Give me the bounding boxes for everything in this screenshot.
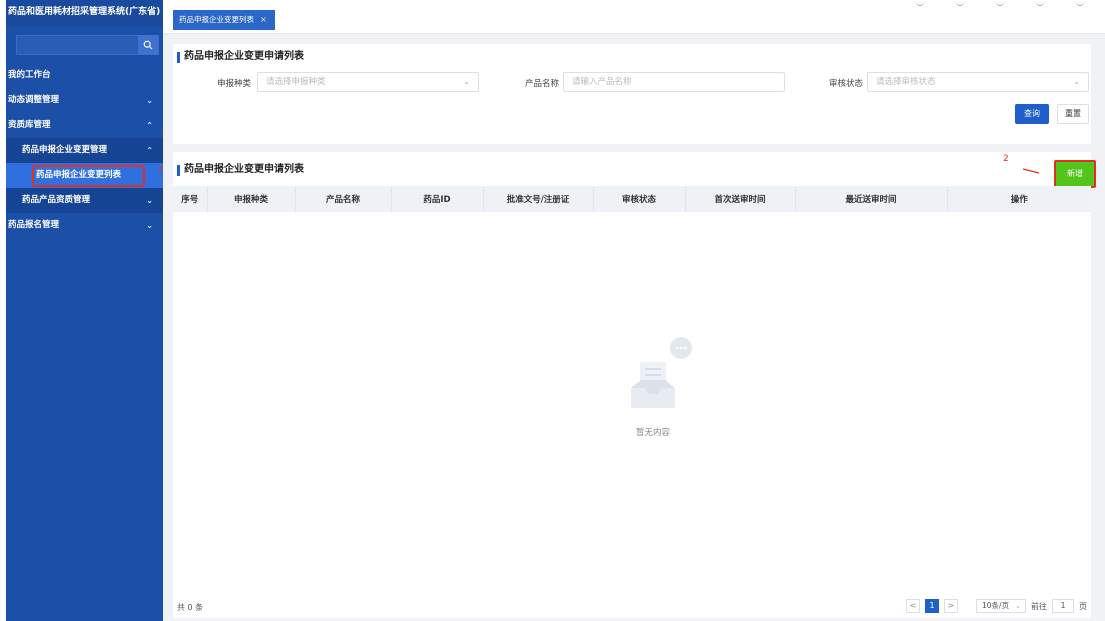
toolbar-icon[interactable] bbox=[915, 0, 925, 6]
sidebar-item-label: 我的工作台 bbox=[8, 70, 51, 80]
name-placeholder: 请输入产品名称 bbox=[572, 77, 632, 87]
data-table: 序号 申报种类 产品名称 药品ID 批准文号/注册证 审核状态 首次送审时间 最… bbox=[173, 186, 1091, 212]
column-header[interactable]: 审核状态 bbox=[593, 186, 686, 212]
sidebar-item-dynamic-adjust[interactable]: 动态调整管理 ⌄ bbox=[6, 88, 163, 113]
sidebar-item-label: 动态调整管理 bbox=[8, 95, 60, 105]
top-toolbar bbox=[915, 0, 1085, 10]
annotation-step-2: 2 bbox=[1003, 154, 1009, 164]
app-root: 药品和医用耗材招采管理系统(广东省) 我的工作台 动态调整管理 ⌄ 资质库管理 … bbox=[0, 0, 1105, 621]
status-label: 审核状态 bbox=[829, 79, 864, 89]
status-select[interactable]: 请选择审核状态 ⌄ bbox=[867, 72, 1089, 92]
highlight-box bbox=[32, 165, 145, 187]
add-button[interactable]: 新增 bbox=[1054, 160, 1096, 188]
chevron-up-icon: ⌃ bbox=[146, 121, 153, 130]
toolbar-icon[interactable] bbox=[995, 0, 1005, 6]
pagination: < 1 > 10条/页 ⌄ 前往 1 页 bbox=[906, 598, 1087, 614]
sidebar: 药品和医用耗材招采管理系统(广东省) 我的工作台 动态调整管理 ⌄ 资质库管理 … bbox=[6, 0, 163, 621]
chevron-down-icon: ⌄ bbox=[463, 77, 470, 86]
filter-panel: 药品申报企业变更申请列表 申报种类 请选择申报种类 ⌄ 产品名称 请输入产品名称… bbox=[173, 44, 1091, 144]
main-content: 药品申报企业变更申请列表 申报种类 请选择申报种类 ⌄ 产品名称 请输入产品名称… bbox=[163, 34, 1105, 621]
page-size-value: 10条/页 bbox=[982, 601, 1010, 610]
search-button[interactable] bbox=[138, 35, 158, 55]
tab-enterprise-change-list[interactable]: 药品申报企业变更列表 × bbox=[173, 10, 275, 30]
app-title: 药品和医用耗材招采管理系统(广东省) bbox=[6, 0, 163, 26]
column-header[interactable]: 首次送审时间 bbox=[685, 186, 796, 212]
sidebar-item-label: 药品报名管理 bbox=[8, 220, 60, 230]
column-header[interactable]: 批准文号/注册证 bbox=[483, 186, 594, 212]
table-header-row: 序号 申报种类 产品名称 药品ID 批准文号/注册证 审核状态 首次送审时间 最… bbox=[173, 186, 1091, 212]
page-unit-label: 页 bbox=[1079, 601, 1087, 611]
goto-page-input[interactable]: 1 bbox=[1052, 599, 1074, 613]
goto-label: 前往 bbox=[1031, 601, 1047, 611]
chevron-down-icon: ⌄ bbox=[1014, 601, 1021, 610]
column-header[interactable]: 最近送审时间 bbox=[795, 186, 948, 212]
sidebar-item-enterprise-change[interactable]: 药品申报企业变更管理 ⌃ bbox=[6, 138, 163, 163]
list-panel: 药品申报企业变更申请列表 2 新增 序号 申报种类 产品名称 药品ID 批准文号… bbox=[173, 152, 1096, 618]
toolbar-icon[interactable] bbox=[1075, 0, 1085, 6]
annotation-arrow-icon bbox=[1022, 168, 1040, 174]
type-label: 申报种类 bbox=[217, 79, 252, 89]
close-icon[interactable]: × bbox=[260, 15, 267, 24]
sidebar-item-label: 药品申报企业变更管理 bbox=[22, 145, 108, 155]
name-input[interactable]: 请输入产品名称 bbox=[563, 72, 785, 92]
column-header[interactable]: 药品ID bbox=[391, 186, 484, 212]
empty-text: 暂无内容 bbox=[635, 428, 670, 438]
list-section-title: 药品申报企业变更申请列表 bbox=[177, 163, 304, 177]
next-page-button[interactable]: > bbox=[944, 599, 958, 613]
sidebar-item-label: 资质库管理 bbox=[8, 120, 51, 130]
sidebar-item-qualification[interactable]: 资质库管理 ⌃ bbox=[6, 113, 163, 138]
empty-inbox-icon bbox=[631, 337, 692, 408]
search-icon bbox=[143, 40, 153, 50]
sidebar-item-registration[interactable]: 药品报名管理 ⌄ bbox=[6, 213, 163, 238]
chevron-down-icon: ⌄ bbox=[146, 96, 153, 105]
query-button[interactable]: 查询 bbox=[1015, 104, 1049, 124]
chevron-down-icon: ⌄ bbox=[146, 196, 153, 205]
sidebar-search-input[interactable] bbox=[16, 35, 159, 55]
tab-bar: 药品申报企业变更列表 × bbox=[163, 0, 1105, 34]
sidebar-item-label: 药品产品资质管理 bbox=[22, 195, 91, 205]
toolbar-icon[interactable] bbox=[955, 0, 965, 6]
status-placeholder: 请选择审核状态 bbox=[876, 77, 936, 87]
tab-label: 药品申报企业变更列表 bbox=[179, 15, 254, 24]
chevron-down-icon: ⌄ bbox=[1073, 77, 1080, 86]
total-count: 共 0 条 bbox=[177, 603, 204, 612]
column-header[interactable]: 序号 bbox=[173, 186, 208, 212]
prev-page-button[interactable]: < bbox=[906, 599, 920, 613]
empty-state: 暂无内容 bbox=[593, 322, 713, 438]
type-placeholder: 请选择申报种类 bbox=[266, 77, 326, 87]
filter-section-title: 药品申报企业变更申请列表 bbox=[177, 50, 304, 64]
toolbar-icon[interactable] bbox=[1035, 0, 1045, 6]
page-number-current[interactable]: 1 bbox=[925, 599, 939, 613]
column-header[interactable]: 操作 bbox=[947, 186, 1091, 212]
chevron-down-icon: ⌄ bbox=[146, 221, 153, 230]
name-label: 产品名称 bbox=[525, 79, 560, 89]
sidebar-item-workbench[interactable]: 我的工作台 bbox=[6, 63, 163, 88]
column-header[interactable]: 申报种类 bbox=[207, 186, 296, 212]
sidebar-item-product-qualification[interactable]: 药品产品资质管理 ⌄ bbox=[6, 188, 163, 213]
page-size-select[interactable]: 10条/页 ⌄ bbox=[976, 599, 1026, 613]
reset-button[interactable]: 重置 bbox=[1057, 104, 1089, 124]
type-select[interactable]: 请选择申报种类 ⌄ bbox=[257, 72, 479, 92]
add-button-label: 新增 bbox=[1059, 165, 1091, 183]
sidebar-item-enterprise-change-list[interactable]: 药品申报企业变更列表 bbox=[6, 163, 163, 188]
column-header[interactable]: 产品名称 bbox=[295, 186, 392, 212]
